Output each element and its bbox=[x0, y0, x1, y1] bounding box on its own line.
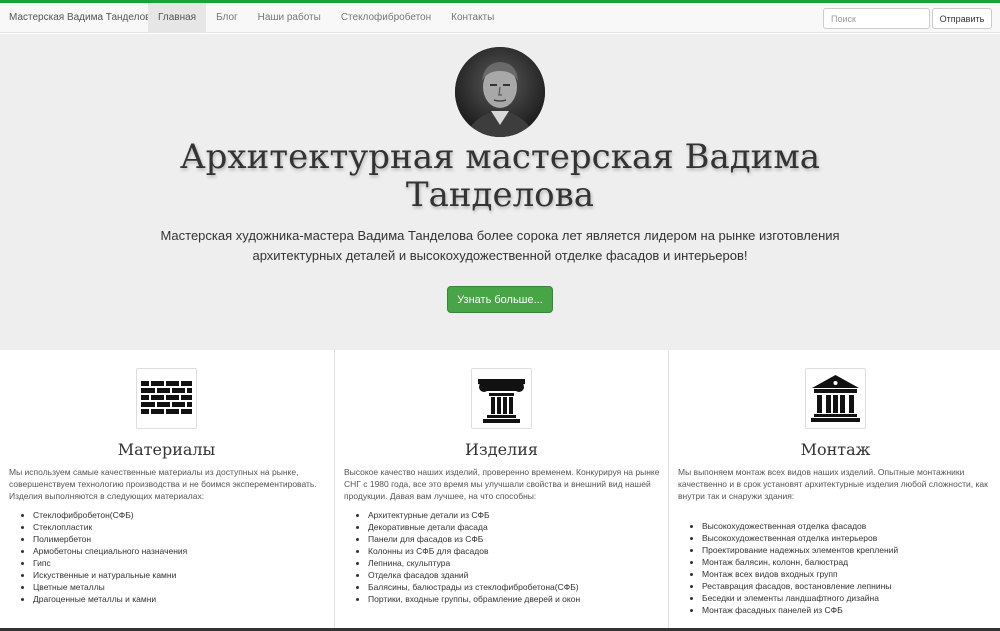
list-item: Монтаж фасадных панелей из СФБ bbox=[702, 604, 992, 616]
send-button[interactable]: Отправить bbox=[932, 8, 992, 29]
list-item: Стеклофибробетон(СФБ) bbox=[33, 509, 323, 521]
main-nav: Главная Блог Наши работы Стеклофибробето… bbox=[148, 3, 504, 33]
nav-item-grc[interactable]: Стеклофибробетон bbox=[331, 3, 441, 33]
avatar bbox=[455, 47, 545, 137]
list-item: Цветные металлы bbox=[33, 581, 323, 593]
search-input[interactable] bbox=[823, 8, 930, 29]
column-title: Изделия bbox=[465, 440, 538, 459]
column-capital-icon bbox=[471, 368, 532, 429]
list-item: Полимербетон bbox=[33, 533, 323, 545]
column-text: Мы выпоняем монтаж всех видов наших изде… bbox=[678, 467, 988, 501]
column-text: Высокое качество наших изделий, проверен… bbox=[344, 467, 660, 501]
page-title: Архитектурная мастерская Вадима Танделов… bbox=[179, 137, 821, 215]
list-item: Реставрация фасадов, востановление лепни… bbox=[702, 580, 992, 592]
column-title: Материалы bbox=[117, 440, 216, 459]
materials-list: Стеклофибробетон(СФБ) Стеклопластик Поли… bbox=[33, 509, 323, 605]
list-item: Монтаж балясин, колонн, балюстрад bbox=[702, 556, 992, 568]
list-item: Панели для фасадов из СФБ bbox=[368, 533, 658, 545]
list-item: Отделка фасадов зданий bbox=[368, 569, 658, 581]
list-item: Портики, входные группы, обрамление двер… bbox=[368, 593, 658, 605]
hero-section: Архитектурная мастерская Вадима Танделов… bbox=[0, 34, 1000, 350]
list-item: Армобетоны специального назначения bbox=[33, 545, 323, 557]
list-item: Проектирование надежных элементов крепле… bbox=[702, 544, 992, 556]
nav-item-contacts[interactable]: Контакты bbox=[441, 3, 504, 33]
hero-description: Мастерская художника-мастера Вадима Танд… bbox=[160, 228, 840, 263]
brick-wall-icon bbox=[136, 368, 197, 429]
list-item: Лепнина, скульптура bbox=[368, 557, 658, 569]
learn-more-button[interactable]: Узнать больше... bbox=[447, 286, 553, 313]
list-item: Драгоценные металлы и камни bbox=[33, 593, 323, 605]
nav-item-works[interactable]: Наши работы bbox=[248, 3, 331, 33]
list-item: Высокохудожественная отделка фасадов bbox=[702, 520, 992, 532]
column-text: Мы используем самые качественные материа… bbox=[9, 467, 317, 501]
feature-column-installation: Монтаж Мы выпоняем монтаж всех видов наш… bbox=[668, 350, 1000, 631]
list-item: Архитектурные детали из СФБ bbox=[368, 509, 658, 521]
classical-building-icon bbox=[805, 368, 866, 429]
feature-column-products: Изделия Высокое качество наших изделий, … bbox=[334, 350, 667, 631]
nav-item-blog[interactable]: Блог bbox=[206, 3, 248, 33]
list-item: Колонны из СФБ для фасадов bbox=[368, 545, 658, 557]
installation-list: Высокохудожественная отделка фасадов Выс… bbox=[702, 520, 992, 616]
list-item: Балясины, балюстрады из стеклофибробетон… bbox=[368, 581, 658, 593]
list-item: Искуственные и натуральные камни bbox=[33, 569, 323, 581]
list-item: Декоративные детали фасада bbox=[368, 521, 658, 533]
navbar: Мастерская Вадима Танделова Главная Блог… bbox=[0, 3, 1000, 33]
products-list: Архитектурные детали из СФБ Декоративные… bbox=[368, 509, 658, 605]
list-item: Беседки и элементы ландшафтного дизайна bbox=[702, 592, 992, 604]
list-item: Гипс bbox=[33, 557, 323, 569]
feature-column-materials: Материалы Мы используем самые качественн… bbox=[0, 350, 333, 631]
brand-link[interactable]: Мастерская Вадима Танделова bbox=[9, 12, 156, 23]
list-item: Высокохудожественная отделка интерьеров bbox=[702, 532, 992, 544]
nav-item-home[interactable]: Главная bbox=[148, 3, 207, 33]
list-item: Стеклопластик bbox=[33, 521, 323, 533]
column-title: Монтаж bbox=[800, 440, 871, 459]
list-item: Монтаж всех видов входных групп bbox=[702, 568, 992, 580]
